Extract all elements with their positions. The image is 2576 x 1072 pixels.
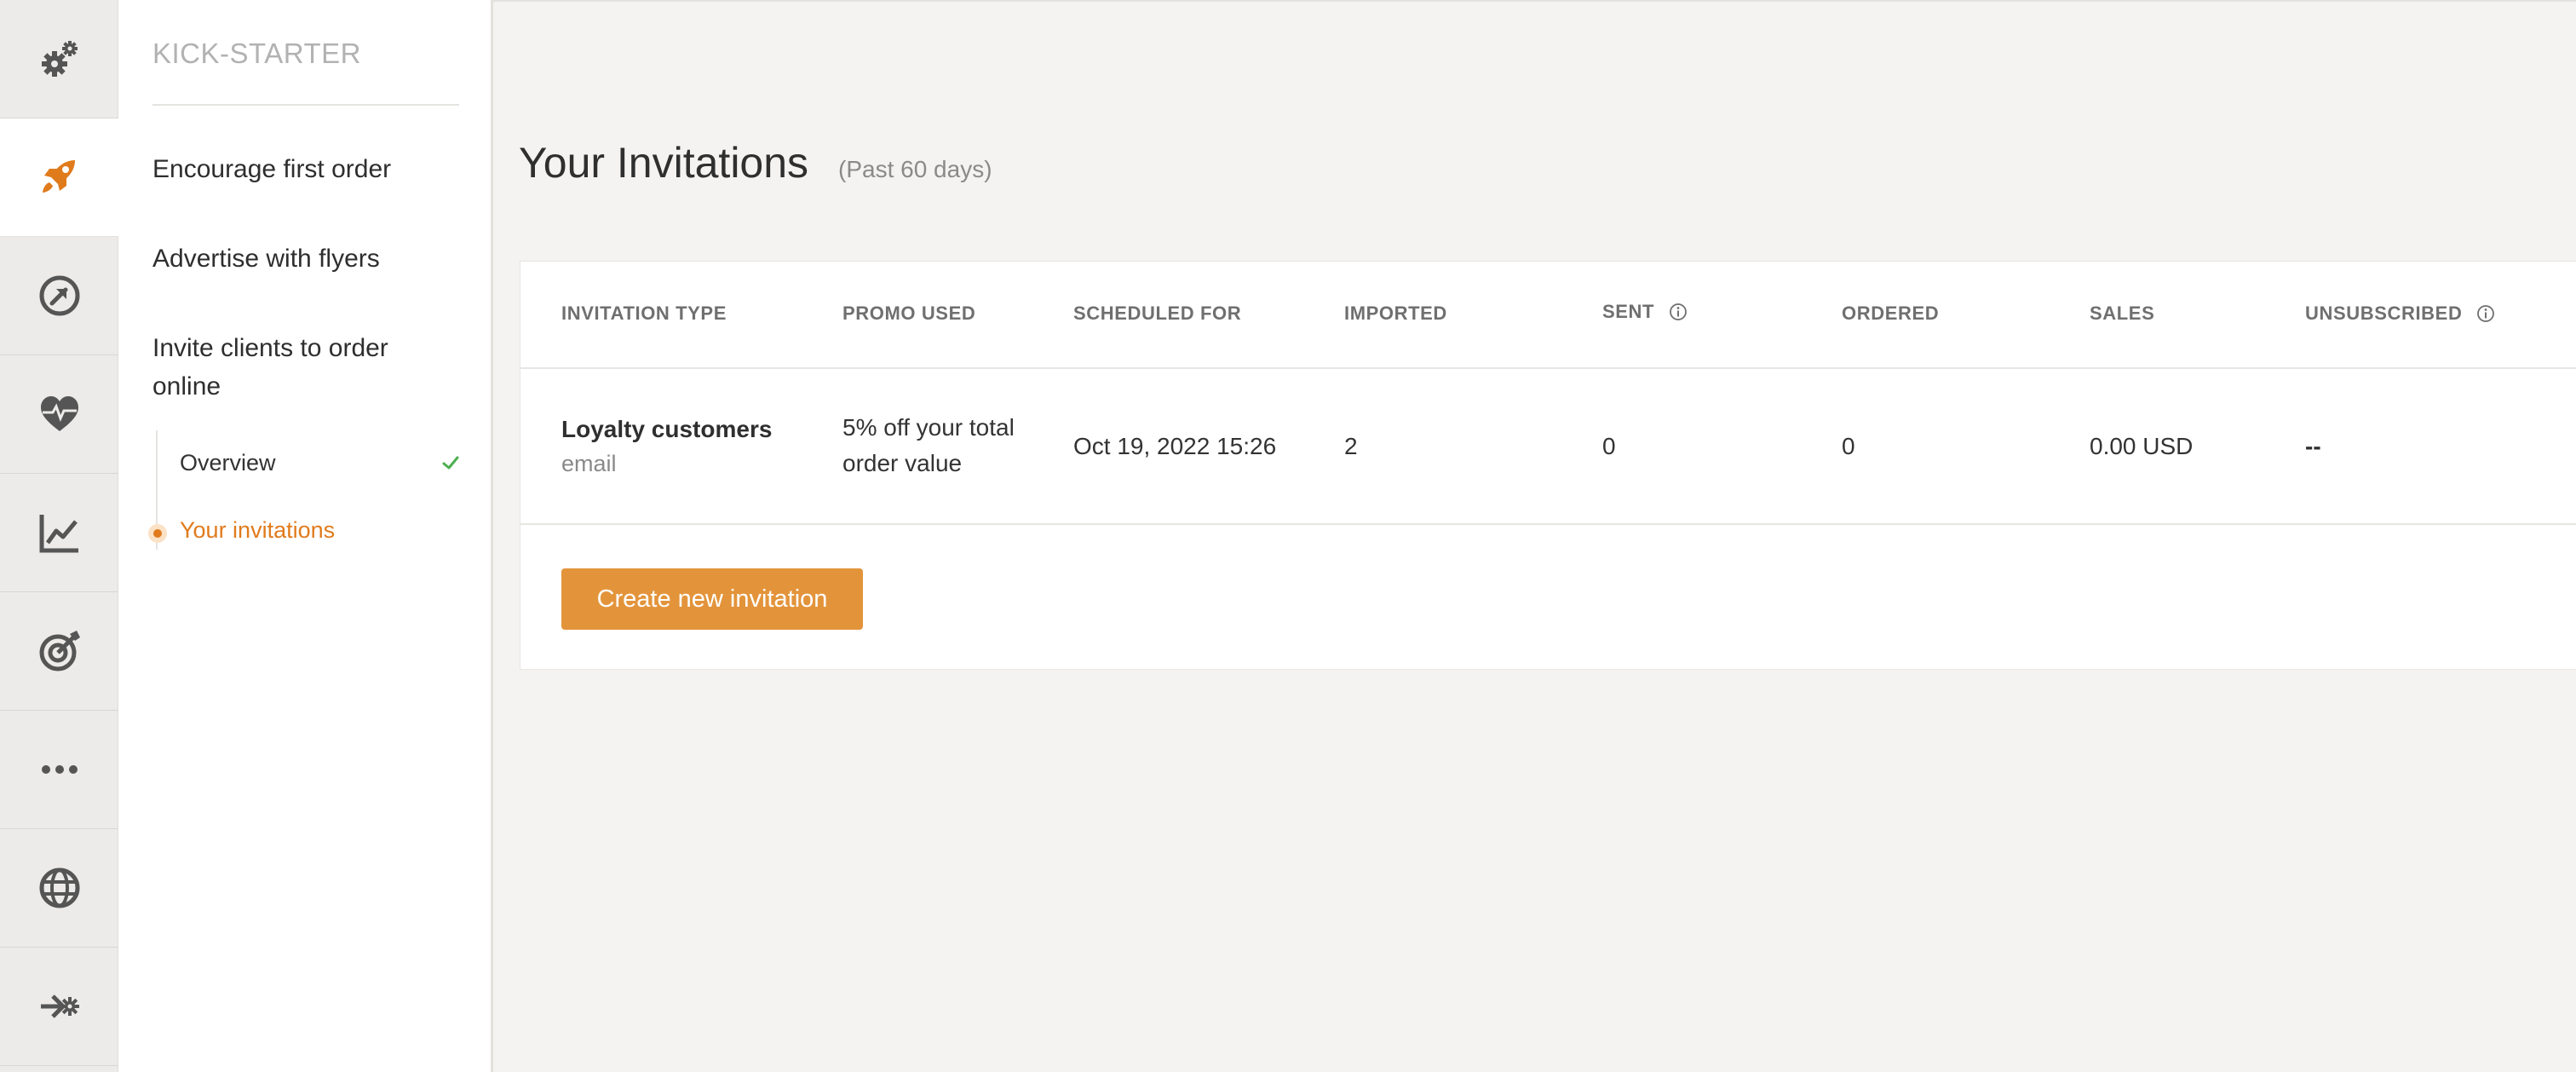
- icon-rail: [0, 0, 118, 1072]
- rail-setup[interactable]: [0, 0, 118, 118]
- column-header-unsubscribed-label: UNSUBSCRIBED: [2305, 303, 2463, 324]
- cell-promo-line-2: order value: [842, 450, 963, 476]
- globe-icon: [39, 867, 79, 908]
- column-header-unsubscribed: UNSUBSCRIBED: [2305, 303, 2495, 325]
- active-indicator-dot: [148, 524, 167, 543]
- page-subtitle: (Past 60 days): [838, 156, 992, 182]
- sidebar-item-invite-clients[interactable]: Invite clients to order online: [152, 329, 425, 406]
- page-title: Your Invitations: [519, 139, 809, 187]
- rail-kick-starter[interactable]: [0, 118, 118, 237]
- rail-website[interactable]: [0, 829, 118, 948]
- rail-health[interactable]: [0, 355, 118, 474]
- column-header-ordered: ORDERED: [1842, 303, 1940, 324]
- gears-icon: [41, 41, 78, 77]
- sidebar-item-encourage-first-order[interactable]: Encourage first order: [152, 150, 442, 188]
- column-header-sent: SENT: [1602, 301, 1688, 323]
- cell-sales: 0.00 USD: [2090, 433, 2194, 459]
- cell-imported: 2: [1344, 433, 1358, 459]
- column-header-scheduled-for: SCHEDULED FOR: [1073, 303, 1242, 324]
- kick-starter-sidebar: KICK-STARTER Encourage first order Adver…: [118, 0, 493, 1072]
- column-header-sales: SALES: [2090, 303, 2155, 324]
- check-icon: [442, 456, 459, 470]
- cell-ordered: 0: [1842, 433, 1855, 459]
- sidebar-divider: [152, 104, 459, 106]
- cell-invitation-type: Loyalty customers: [561, 416, 773, 442]
- arrow-circle-icon: [39, 275, 79, 316]
- column-header-invitation-type: INVITATION TYPE: [561, 303, 727, 324]
- heart-pulse-icon: [40, 396, 78, 431]
- sidebar-item-advertise-with-flyers[interactable]: Advertise with flyers: [152, 239, 442, 278]
- rail-marketing[interactable]: [0, 592, 118, 711]
- column-header-imported: IMPORTED: [1344, 303, 1447, 324]
- top-border: [493, 0, 2576, 2]
- target-icon: [39, 631, 80, 671]
- create-new-invitation-button[interactable]: Create new invitation: [561, 568, 863, 630]
- info-icon[interactable]: [1669, 303, 1688, 321]
- column-header-sent-label: SENT: [1602, 301, 1655, 322]
- app: KICK-STARTER Encourage first order Adver…: [0, 0, 2576, 1072]
- cell-promo-line-1: 5% off your total: [842, 414, 1015, 441]
- invitations-card: INVITATION TYPE PROMO USED SCHEDULED FOR…: [520, 261, 2576, 670]
- info-icon[interactable]: [2476, 304, 2495, 323]
- rocket-icon: [42, 160, 75, 193]
- sidebar-title: KICK-STARTER: [152, 37, 361, 69]
- more-icon: [41, 765, 78, 774]
- cell-sent: 0: [1602, 433, 1616, 459]
- rail-growth[interactable]: [0, 237, 118, 355]
- sidebar-subitem-overview[interactable]: Overview: [180, 450, 276, 476]
- rail-more[interactable]: [0, 711, 118, 829]
- cell-scheduled-for: Oct 19, 2022 15:26: [1073, 433, 1277, 459]
- sidebar-subitem-your-invitations[interactable]: Your invitations: [180, 517, 335, 544]
- column-header-promo-used: PROMO USED: [842, 303, 976, 324]
- table-row: Loyalty customers email 5% off your tota…: [520, 369, 2576, 525]
- integrations-icon: [40, 994, 79, 1018]
- line-chart-icon: [39, 515, 78, 553]
- rail-integrations[interactable]: [0, 948, 118, 1066]
- cell-unsubscribed: --: [2305, 433, 2321, 459]
- rail-reports[interactable]: [0, 474, 118, 592]
- cell-invitation-channel: email: [561, 451, 617, 476]
- table-header: INVITATION TYPE PROMO USED SCHEDULED FOR…: [520, 262, 2576, 369]
